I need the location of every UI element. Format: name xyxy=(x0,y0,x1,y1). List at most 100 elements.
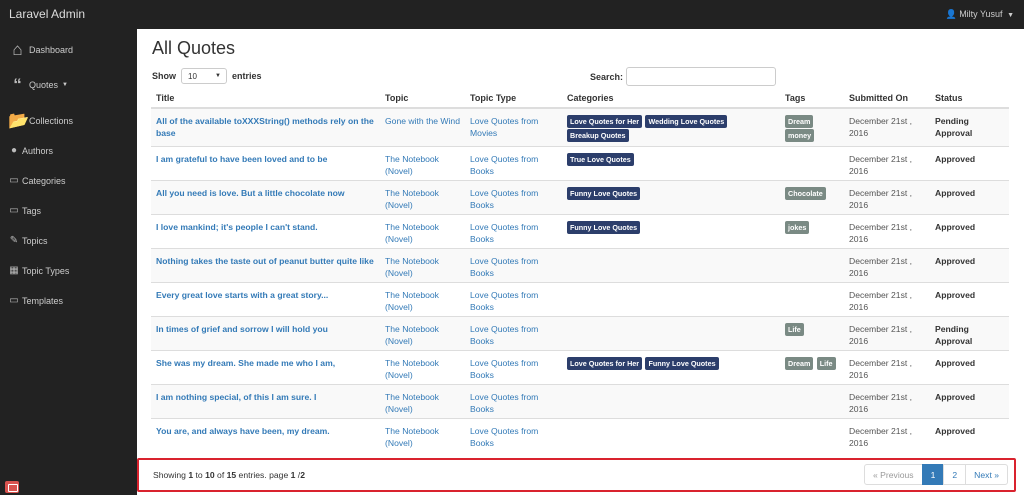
user-menu[interactable]: 👤 Milty Yusuf ▼ xyxy=(945,9,1014,20)
category-label: Love Quotes for Her xyxy=(567,115,643,128)
brand-link[interactable]: Laravel Admin xyxy=(9,7,85,21)
topic-link[interactable]: The Notebook (Novel) xyxy=(380,214,465,249)
quote-title-link[interactable]: She was my dream. She made me who I am, xyxy=(151,350,380,385)
topic-link[interactable]: The Notebook (Novel) xyxy=(380,350,465,385)
categories-cell: True Love Quotes xyxy=(562,146,780,181)
sidebar-item-label: Templates xyxy=(22,295,64,306)
sidebar-item-label: Collections xyxy=(29,116,74,126)
search-label: Search: xyxy=(590,71,624,82)
table-row: I am nothing special, of this I am sure.… xyxy=(151,384,1009,419)
status-text: Approved xyxy=(930,350,1009,385)
sidebar-item-dashboard[interactable]: ⌂ Dashboard xyxy=(8,40,73,60)
topic-link[interactable]: The Notebook (Novel) xyxy=(380,282,465,317)
topic-type-link[interactable]: Love Quotes from Books xyxy=(465,146,562,181)
sidebar-item-templates[interactable]: ▭ Templates xyxy=(8,295,63,306)
column-header-topic[interactable]: Topic xyxy=(380,87,465,109)
quote-title-link[interactable]: You are, and always have been, my dream. xyxy=(151,418,380,453)
main-content: All Quotes Show 10 ▼ entries Search: Tit… xyxy=(137,29,1024,495)
tag-label: Chocolate xyxy=(785,187,826,200)
sidebar-item-label: Dashboard xyxy=(29,45,74,55)
table-icon: ▦ xyxy=(9,265,19,276)
previous-page-button[interactable]: « Previous xyxy=(863,464,923,485)
topic-type-link[interactable]: Love Quotes from Books xyxy=(465,248,562,283)
submitted-date: December 21st , 2016 xyxy=(844,248,930,283)
submitted-date: December 21st , 2016 xyxy=(844,384,930,419)
topic-type-link[interactable]: Love Quotes from Movies xyxy=(465,107,562,147)
categories-cell xyxy=(562,418,780,453)
table-row: You are, and always have been, my dream.… xyxy=(151,418,1009,453)
sidebar-item-label: Topic Types xyxy=(22,265,70,276)
topic-link[interactable]: The Notebook (Novel) xyxy=(380,146,465,181)
quote-title-link[interactable]: In times of grief and sorrow I will hold… xyxy=(151,316,380,351)
entries-select[interactable]: 10 ▼ xyxy=(181,68,227,84)
quote-title-link[interactable]: All of the available toXXXString() metho… xyxy=(151,107,380,147)
app-logo-icon xyxy=(5,481,19,493)
top-navbar: Laravel Admin 👤 Milty Yusuf ▼ xyxy=(0,0,1024,29)
topic-type-link[interactable]: Love Quotes from Books xyxy=(465,418,562,453)
column-header-categories[interactable]: Categories xyxy=(562,87,780,109)
topic-link[interactable]: The Notebook (Novel) xyxy=(380,418,465,453)
quote-title-link[interactable]: Every great love starts with a great sto… xyxy=(151,282,380,317)
search-input[interactable] xyxy=(626,67,777,86)
topic-type-link[interactable]: Love Quotes from Books xyxy=(465,180,562,215)
quote-icon: “ xyxy=(13,75,22,94)
column-header-title[interactable]: Title xyxy=(151,87,380,109)
submitted-date: December 21st , 2016 xyxy=(844,316,930,351)
submitted-date: December 21st , 2016 xyxy=(844,180,930,215)
tag-label: Life xyxy=(785,323,804,336)
topic-type-link[interactable]: Love Quotes from Books xyxy=(465,384,562,419)
page-1-button[interactable]: 1 xyxy=(921,464,945,485)
column-header-submitted-on[interactable]: Submitted On xyxy=(844,87,930,109)
categories-cell: Love Quotes for Her Wedding Love Quotes … xyxy=(562,107,780,147)
home-icon: ⌂ xyxy=(12,40,23,59)
length-control: Show 10 ▼ entries xyxy=(152,68,262,84)
topic-type-link[interactable]: Love Quotes from Books xyxy=(465,214,562,249)
column-header-status[interactable]: Status xyxy=(930,87,1009,109)
status-text: Approved xyxy=(930,180,1009,215)
quote-title-link[interactable]: I am grateful to have been loved and to … xyxy=(151,146,380,181)
quote-title-link[interactable]: All you need is love. But a little choco… xyxy=(151,180,380,215)
chevron-down-icon: ▼ xyxy=(1007,12,1014,19)
quote-title-link[interactable]: Nothing takes the taste out of peanut bu… xyxy=(151,248,380,283)
tags-cell: Dream money xyxy=(780,107,844,147)
table-info: Showing 1 to 10 of 15 entries. page 1 /2 xyxy=(153,470,305,480)
category-label: True Love Quotes xyxy=(567,153,634,166)
categories-cell: Love Quotes for Her Funny Love Quotes xyxy=(562,350,780,385)
sidebar-item-quotes[interactable]: “ Quotes ▼ xyxy=(8,75,68,95)
sidebar-item-categories[interactable]: ▭ Categories xyxy=(8,175,65,186)
sidebar: ⌂ Dashboard “ Quotes ▼ 📂 Collections ● A… xyxy=(0,29,137,495)
table-row: All you need is love. But a little choco… xyxy=(151,180,1009,215)
topic-link[interactable]: The Notebook (Novel) xyxy=(380,316,465,351)
categories-cell xyxy=(562,282,780,317)
column-header-topic-type[interactable]: Topic Type xyxy=(465,87,562,109)
quote-title-link[interactable]: I love mankind; it's people I can't stan… xyxy=(151,214,380,249)
topic-link[interactable]: The Notebook (Novel) xyxy=(380,180,465,215)
desktop-icon: ▭ xyxy=(9,205,19,216)
sidebar-item-topics[interactable]: ✎ Topics xyxy=(8,235,48,246)
table-row: I love mankind; it's people I can't stan… xyxy=(151,214,1009,249)
topic-link[interactable]: Gone with the Wind xyxy=(380,107,465,147)
topic-link[interactable]: The Notebook (Novel) xyxy=(380,248,465,283)
submitted-date: December 21st , 2016 xyxy=(844,214,930,249)
sidebar-item-tags[interactable]: ▭ Tags xyxy=(8,205,41,216)
page-title: All Quotes xyxy=(152,38,236,58)
quote-title-link[interactable]: I am nothing special, of this I am sure.… xyxy=(151,384,380,419)
topic-type-link[interactable]: Love Quotes from Books xyxy=(465,316,562,351)
folder-open-icon: 📂 xyxy=(8,111,30,130)
categories-cell xyxy=(562,316,780,351)
info-text: entries. page xyxy=(236,470,291,480)
table-row: Every great love starts with a great sto… xyxy=(151,282,1009,317)
topic-type-link[interactable]: Love Quotes from Books xyxy=(465,350,562,385)
sidebar-item-topic-types[interactable]: ▦ Topic Types xyxy=(8,265,69,276)
topic-type-link[interactable]: Love Quotes from Books xyxy=(465,282,562,317)
topic-link[interactable]: The Notebook (Novel) xyxy=(380,384,465,419)
status-text: Approved xyxy=(930,146,1009,181)
page-2-button[interactable]: 2 xyxy=(943,464,967,485)
next-page-button[interactable]: Next » xyxy=(965,464,1008,485)
column-header-tags[interactable]: Tags xyxy=(780,87,844,109)
user-name: Milty Yusuf xyxy=(959,9,1003,19)
sidebar-item-authors[interactable]: ● Authors xyxy=(8,145,53,156)
submitted-date: December 21st , 2016 xyxy=(844,350,930,385)
info-text: to xyxy=(193,470,206,480)
sidebar-item-collections[interactable]: 📂 Collections xyxy=(8,111,73,131)
